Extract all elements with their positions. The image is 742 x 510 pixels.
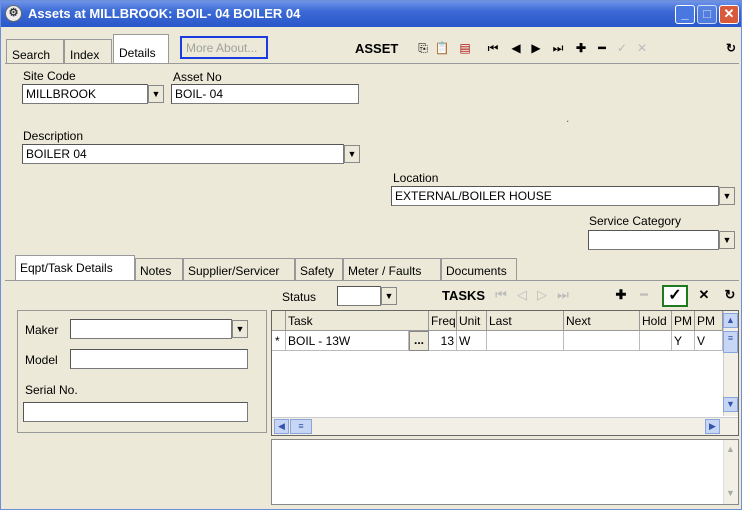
asset-no-field[interactable]: BOIL- 04 — [171, 84, 359, 104]
refresh-icon[interactable]: ↻ — [723, 40, 739, 56]
pm-2-cell[interactable]: V — [695, 331, 723, 351]
site-code-dropdown-icon[interactable]: ▼ — [148, 85, 164, 103]
grid-corner — [272, 311, 286, 331]
maximize-icon[interactable]: □ — [697, 5, 717, 24]
dot-mark: . — [566, 111, 570, 125]
service-category-field[interactable] — [588, 230, 719, 250]
task-grid[interactable]: Task Freq Unit Last Next Hold PM PM * BO… — [271, 310, 739, 436]
minimize-icon[interactable]: _ — [675, 5, 695, 24]
description-field[interactable]: BOILER 04 — [22, 144, 344, 164]
task-add-icon[interactable]: ✚ — [614, 287, 628, 303]
previous-record-icon[interactable]: ◀ — [508, 40, 524, 56]
tab-notes[interactable]: Notes — [135, 258, 183, 280]
hold-cell[interactable] — [640, 331, 672, 351]
last-cell[interactable] — [487, 331, 564, 351]
service-category-label: Service Category — [589, 214, 682, 228]
paste-icon[interactable]: 📋 — [434, 40, 450, 56]
task-refresh-icon[interactable]: ↻ — [723, 287, 737, 303]
pm-cell[interactable]: Y — [672, 331, 695, 351]
tab-documents[interactable]: Documents — [441, 258, 517, 280]
status-dropdown-icon[interactable]: ▼ — [381, 287, 397, 305]
task-confirm-check-icon[interactable]: ✓ — [662, 285, 688, 307]
next-record-icon[interactable]: ▶ — [528, 40, 544, 56]
serial-no-label: Serial No. — [25, 383, 78, 397]
grid-header-pm-2[interactable]: PM — [695, 311, 723, 331]
clipboard-icon[interactable]: ▤ — [457, 40, 473, 56]
description-label: Description — [23, 129, 84, 143]
tasks-label: TASKS — [442, 288, 486, 303]
model-label: Model — [25, 353, 58, 367]
grid-header-pm[interactable]: PM — [672, 311, 695, 331]
scroll-down-icon[interactable]: ▼ — [723, 397, 738, 412]
scroll-right-icon[interactable]: ▶ — [705, 419, 720, 434]
task-previous-icon[interactable]: ◁ — [515, 287, 529, 303]
task-next-icon[interactable]: ▷ — [535, 287, 549, 303]
grid-header-freq[interactable]: Freq — [429, 311, 457, 331]
tab-search[interactable]: Search — [6, 39, 64, 63]
task-last-icon[interactable]: ⏭ — [556, 287, 570, 303]
scroll-up-icon[interactable]: ▲ — [723, 313, 738, 328]
location-field[interactable]: EXTERNAL/BOILER HOUSE — [391, 186, 719, 206]
copy-icon[interactable]: ⎘ — [415, 40, 431, 56]
serial-no-field[interactable] — [23, 402, 248, 422]
unit-cell[interactable]: W — [457, 331, 487, 351]
tab-divider — [5, 63, 739, 64]
asset-window: ⚙ Assets at MILLBROOK: BOIL- 04 BOILER 0… — [0, 0, 742, 510]
cancel-icon[interactable]: ✕ — [634, 40, 650, 56]
tab-details[interactable]: Details — [113, 34, 169, 64]
freq-cell[interactable]: 13 — [429, 331, 457, 351]
grid-horizontal-scrollbar[interactable] — [272, 417, 738, 435]
asset-toolbar-label: ASSET — [355, 41, 399, 56]
tab-supplier-servicer[interactable]: Supplier/Servicer — [183, 258, 295, 280]
row-marker: * — [272, 331, 286, 351]
site-code-label: Site Code — [23, 69, 76, 83]
close-icon[interactable]: ✕ — [719, 5, 739, 24]
maker-label: Maker — [25, 323, 59, 337]
maker-dropdown-icon[interactable]: ▼ — [232, 320, 248, 338]
tab-safety[interactable]: Safety — [295, 258, 343, 280]
title-bar[interactable]: ⚙ Assets at MILLBROOK: BOIL- 04 BOILER 0… — [1, 1, 741, 27]
service-category-dropdown-icon[interactable]: ▼ — [719, 231, 735, 249]
site-code-field[interactable]: MILLBROOK — [22, 84, 148, 104]
task-cancel-icon[interactable]: ✕ — [697, 287, 711, 303]
gear-icon[interactable]: ⚙ — [5, 5, 22, 22]
grid-header-next[interactable]: Next — [564, 311, 640, 331]
tab-eqpt-task-details[interactable]: Eqpt/Task Details — [15, 255, 135, 280]
task-first-icon[interactable]: ⏮ — [494, 287, 508, 303]
window-title: Assets at MILLBROOK: BOIL- 04 BOILER 04 — [28, 6, 301, 21]
task-lookup-button[interactable]: ... — [409, 331, 429, 351]
subtab-divider — [5, 280, 739, 281]
grid-header-task[interactable]: Task — [286, 311, 429, 331]
grid-header-hold[interactable]: Hold — [640, 311, 672, 331]
status-label: Status — [282, 290, 317, 304]
location-label: Location — [393, 171, 439, 185]
more-about-link[interactable]: More About... — [180, 36, 268, 59]
confirm-icon[interactable]: ✓ — [614, 40, 630, 56]
next-cell[interactable] — [564, 331, 640, 351]
scroll-thumb[interactable]: ≡ — [723, 331, 738, 353]
scroll-left-icon[interactable]: ◀ — [274, 419, 289, 434]
model-field[interactable] — [70, 349, 248, 369]
task-notes-memo[interactable]: ▲ ▼ — [271, 439, 739, 505]
tab-meter-faults[interactable]: Meter / Faults — [343, 258, 441, 280]
location-dropdown-icon[interactable]: ▼ — [719, 187, 735, 205]
status-field[interactable] — [337, 286, 381, 306]
grid-header-last[interactable]: Last — [487, 311, 564, 331]
task-delete-icon[interactable]: ━ — [637, 287, 651, 303]
asset-no-label: Asset No — [173, 70, 222, 84]
first-record-icon[interactable]: ⏮ — [485, 40, 501, 56]
memo-scroll-up-icon[interactable]: ▲ — [724, 444, 737, 454]
maker-field[interactable] — [70, 319, 232, 339]
memo-scroll-down-icon[interactable]: ▼ — [724, 488, 737, 498]
task-cell[interactable]: BOIL - 13W — [286, 331, 409, 351]
tab-index[interactable]: Index — [64, 39, 112, 63]
hscroll-thumb[interactable]: ≡ — [290, 419, 312, 434]
description-dropdown-icon[interactable]: ▼ — [344, 145, 360, 163]
add-icon[interactable]: ✚ — [573, 40, 589, 56]
delete-icon[interactable]: ━ — [594, 40, 610, 56]
grid-header-unit[interactable]: Unit — [457, 311, 487, 331]
last-record-icon[interactable]: ⏭ — [550, 40, 566, 56]
